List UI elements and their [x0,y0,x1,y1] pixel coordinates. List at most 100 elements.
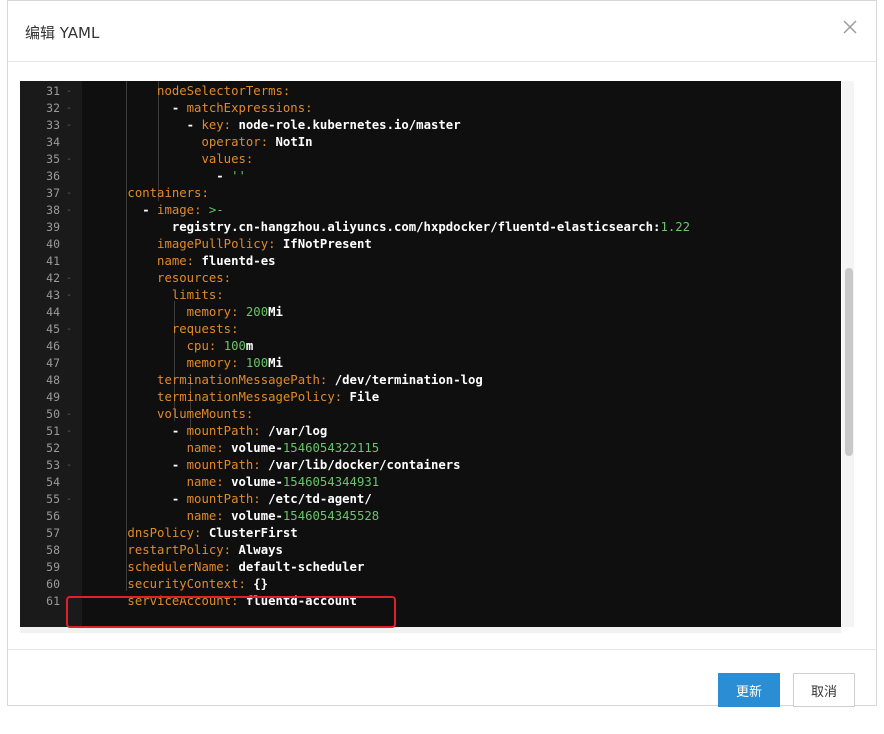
line-number: 48 [46,373,60,387]
code-text: - matchExpressions: [83,100,313,117]
code-text: - image: >- [83,202,224,219]
fold-toggle-icon[interactable]: - [66,321,72,338]
code-token: operator: [201,135,276,149]
dialog-header: 编辑 YAML [8,1,876,62]
code-token: '' [231,169,246,183]
code-text: - key: node-role.kubernetes.io/master [83,117,461,134]
fold-toggle-icon[interactable]: - [66,457,72,474]
fold-toggle-icon[interactable]: - [66,423,72,440]
code-token: - [171,424,187,438]
code-text: registry.cn-hangzhou.aliyuncs.com/hxpdoc… [83,219,690,236]
code-token: terminationMessagePolicy: [157,390,350,404]
line-number: 55 [46,492,60,506]
code-token: {} [253,577,269,591]
code-text: - '' [83,168,246,185]
code-token: - [142,203,158,217]
code-token: cpu: [186,339,224,353]
code-token: - [186,118,202,132]
code-token: IfNotPresent [282,237,372,251]
fold-toggle-icon[interactable]: - [66,151,72,168]
code-text: - mountPath: /var/lib/docker/containers [83,457,461,474]
code-token: key: [201,118,239,132]
code-text: memory: 200Mi [83,304,283,321]
code-token: name: [186,509,232,523]
line-number: 50 [46,407,60,421]
line-number: 54 [46,475,60,489]
fold-toggle-icon[interactable]: - [66,406,72,423]
fold-toggle-icon[interactable]: - [66,83,72,100]
service-account-highlight-box [66,596,396,628]
line-number: 42 [46,271,60,285]
line-number: 38 [46,203,60,217]
code-token: registry.cn-hangzhou.aliyuncs.com/hxpdoc… [171,220,661,234]
fold-toggle-icon[interactable]: - [66,202,72,219]
fold-toggle-icon[interactable]: - [66,117,72,134]
code-token: - [171,492,187,506]
code-token: ClusterFirst [208,526,298,540]
fold-toggle-icon[interactable]: - [66,100,72,117]
code-token: volumeMounts: [157,407,254,421]
code-token: volume- [231,475,283,489]
code-token: containers: [127,186,209,200]
code-token: terminationMessagePath: [157,373,335,387]
line-number: 49 [46,390,60,404]
code-text: terminationMessagePolicy: File [83,389,379,406]
close-icon[interactable] [840,17,860,37]
line-number: 46 [46,339,60,353]
line-number: 41 [46,254,60,268]
line-number: 43 [46,288,60,302]
line-number: 59 [46,560,60,574]
code-token: NotIn [275,135,313,149]
line-number: 53 [46,458,60,472]
code-text: requests: [83,321,239,338]
code-token: File [349,390,380,404]
line-number: 52 [46,441,60,455]
line-number: 51 [46,424,60,438]
code-token: 1546054344931 [282,475,380,489]
code-text: name: volume-1546054322115 [83,440,380,457]
code-token: mountPath: [186,458,269,472]
fold-toggle-icon[interactable]: - [66,287,72,304]
code-token: volume- [231,441,283,455]
update-button[interactable]: 更新 [718,673,780,707]
fold-toggle-icon[interactable]: - [66,491,72,508]
code-token: - [171,458,187,472]
code-token: nodeSelectorTerms: [157,84,291,98]
code-text: volumeMounts: [83,406,253,423]
vertical-scrollbar-thumb[interactable] [845,268,853,456]
code-token: name: [186,475,232,489]
code-token: 200 [245,305,269,319]
line-number: 45 [46,322,60,336]
line-number: 61 [46,594,60,608]
code-text: restartPolicy: Always [83,542,282,559]
code-token: >- [208,203,224,217]
line-number: 44 [46,305,60,319]
cancel-button[interactable]: 取消 [793,673,855,707]
line-number: 40 [46,237,60,251]
code-token: 1546054345528 [282,509,380,523]
code-text: imagePullPolicy: IfNotPresent [83,236,372,253]
yaml-code-editor[interactable]: 31- nodeSelectorTerms: 32- - matchExpress… [20,81,841,627]
code-token: imagePullPolicy: [157,237,283,251]
code-text: schedulerName: default-scheduler [83,559,364,576]
code-text: containers: [83,185,209,202]
fold-toggle-icon[interactable]: - [66,270,72,287]
fold-toggle-icon[interactable]: - [66,185,72,202]
